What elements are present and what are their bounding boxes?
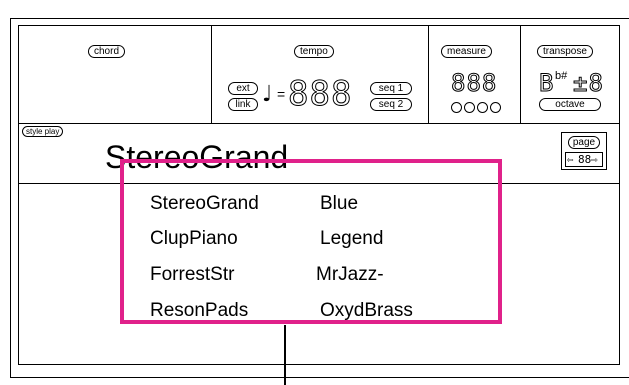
page-number: 88 [578,153,592,166]
status-row: chord tempo ext link ♩ = 888 seq 1 seq 2… [19,26,619,124]
style-item[interactable]: ResonPads [150,300,248,322]
link-indicator: link [228,98,258,111]
tempo-cell[interactable]: tempo ext link ♩ = 888 seq 1 seq 2 [212,26,429,123]
style-list: StereoGrand ClupPiano ForrestStr ResonPa… [120,159,502,324]
page-next-arrow-icon[interactable]: ⇨ [591,153,598,166]
chord-cell: chord [19,26,212,123]
transpose-cell[interactable]: transpose B b# ±8 octave [521,26,619,123]
page-selector[interactable]: ⇦ 88 ⇨ [565,152,603,167]
tempo-equals: = [277,86,286,102]
bottom-rule [10,377,629,378]
beat-dot [451,102,462,113]
tempo-value: 888 [287,74,353,114]
chord-label: chord [88,45,126,58]
style-item[interactable]: ClupPiano [150,228,238,250]
beat-dot [464,102,475,113]
tempo-label: tempo [294,45,334,58]
style-item[interactable]: Blue [320,193,358,215]
beat-indicators [451,100,503,118]
seq1-indicator: seq 1 [370,82,412,95]
transpose-note: B [538,69,555,97]
octave-label: octave [539,98,601,111]
measure-label: measure [441,45,492,58]
style-item[interactable]: StereoGrand [150,193,259,215]
measure-cell: measure 888 [429,26,521,123]
style-item[interactable]: ForrestStr [150,264,234,286]
page-label: page [568,136,600,149]
style-item[interactable]: Legend [320,228,383,250]
quarter-note-icon: ♩ [262,82,273,107]
style-play-tag: style play [22,126,64,137]
seq2-indicator: seq 2 [370,98,412,111]
beat-dot [490,102,501,113]
style-item[interactable]: OxydBrass [320,300,413,322]
callout-line [284,325,286,385]
page-control[interactable]: page ⇦ 88 ⇨ [561,132,607,170]
top-rule [10,18,629,19]
ext-indicator: ext [228,82,258,95]
transpose-amount: ±8 [573,69,604,97]
beat-dot [477,102,488,113]
transpose-label: transpose [537,45,593,58]
left-rule [10,18,11,378]
style-item[interactable]: MrJazz- [316,264,384,286]
transpose-accidentals: b# [555,70,568,82]
measure-digits: 888 [450,69,498,97]
page-prev-arrow-icon[interactable]: ⇦ [567,153,574,166]
